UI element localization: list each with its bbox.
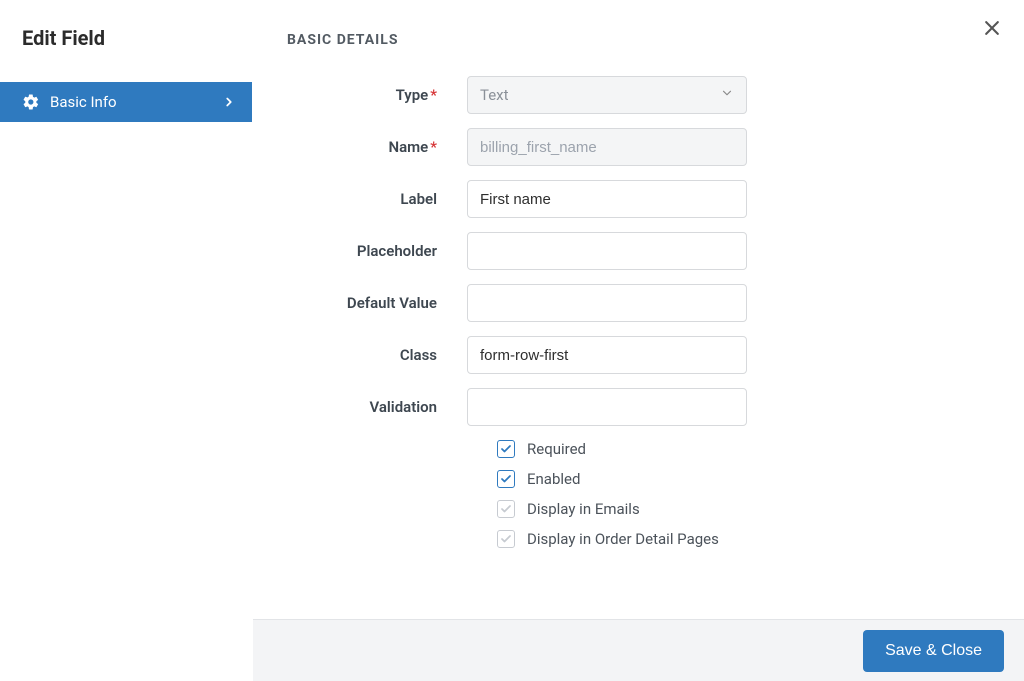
gear-icon	[22, 93, 40, 111]
label-validation: Validation	[287, 398, 467, 416]
type-select-value: Text	[480, 86, 509, 104]
name-input[interactable]	[467, 128, 747, 166]
checkbox-box	[497, 440, 515, 458]
checkbox-display-emails[interactable]: Display in Emails	[497, 500, 990, 518]
checkbox-label: Display in Order Detail Pages	[527, 530, 719, 548]
page-title: Edit Field	[0, 0, 252, 50]
save-close-button[interactable]: Save & Close	[863, 630, 1004, 672]
checkbox-label: Display in Emails	[527, 500, 640, 518]
check-icon	[500, 503, 512, 515]
class-input[interactable]	[467, 336, 747, 374]
chevron-down-icon	[720, 86, 734, 104]
close-button[interactable]	[982, 18, 1002, 42]
label-type: Type*	[287, 86, 467, 104]
check-icon	[500, 473, 512, 485]
checkbox-display-order[interactable]: Display in Order Detail Pages	[497, 530, 990, 548]
checkbox-label: Enabled	[527, 470, 580, 488]
main-panel: BASIC DETAILS Type* Text Name*	[252, 0, 1024, 681]
label-type-text: Type	[396, 86, 429, 104]
form-row-name: Name*	[287, 128, 990, 166]
label-placeholder: Placeholder	[287, 242, 467, 260]
sidebar-item-label: Basic Info	[50, 93, 222, 111]
label-class: Class	[287, 346, 467, 364]
default-value-input[interactable]	[467, 284, 747, 322]
checkbox-group: Required Enabled Display in Emails Displ…	[497, 440, 990, 548]
label-label: Label	[287, 190, 467, 208]
form-row-default-value: Default Value	[287, 284, 990, 322]
label-name-text: Name	[388, 138, 428, 156]
sidebar-item-basic-info[interactable]: Basic Info	[0, 82, 252, 122]
required-indicator: *	[430, 138, 437, 156]
type-select[interactable]: Text	[467, 76, 747, 114]
form-row-placeholder: Placeholder	[287, 232, 990, 270]
checkbox-box	[497, 530, 515, 548]
validation-input[interactable]	[467, 388, 747, 426]
checkbox-enabled[interactable]: Enabled	[497, 470, 990, 488]
label-input[interactable]	[467, 180, 747, 218]
form-row-label: Label	[287, 180, 990, 218]
checkbox-required[interactable]: Required	[497, 440, 990, 458]
label-name: Name*	[287, 138, 467, 156]
label-default-value: Default Value	[287, 294, 467, 312]
form-row-class: Class	[287, 336, 990, 374]
chevron-right-icon	[222, 95, 236, 109]
content-area: BASIC DETAILS Type* Text Name*	[253, 0, 1024, 619]
check-icon	[500, 533, 512, 545]
form-row-validation: Validation	[287, 388, 990, 426]
checkbox-box	[497, 500, 515, 518]
sidebar: Edit Field Basic Info	[0, 0, 252, 681]
checkbox-label: Required	[527, 440, 586, 458]
check-icon	[500, 443, 512, 455]
footer-bar: Save & Close	[253, 619, 1024, 681]
section-header: BASIC DETAILS	[287, 32, 990, 48]
form-row-type: Type* Text	[287, 76, 990, 114]
placeholder-input[interactable]	[467, 232, 747, 270]
checkbox-box	[497, 470, 515, 488]
required-indicator: *	[430, 86, 437, 104]
